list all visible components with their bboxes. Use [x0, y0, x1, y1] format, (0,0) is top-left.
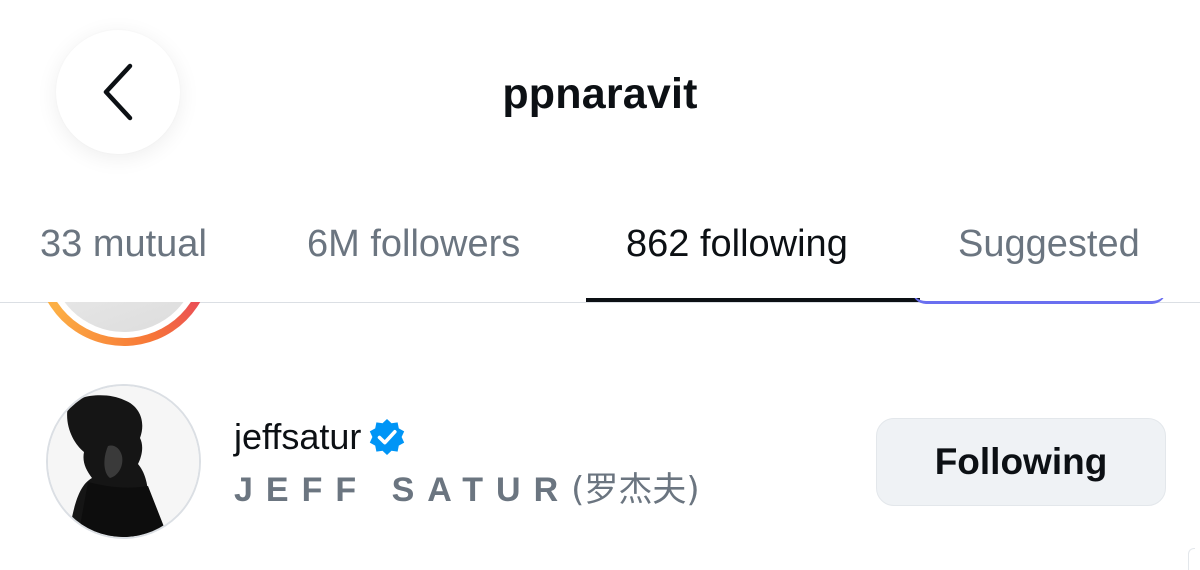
- tab-bar: 33 mutual 6M followers 862 following Sug…: [0, 214, 1200, 302]
- avatar-photo: [48, 386, 199, 537]
- display-name: JEFF SATUR(罗杰夫): [234, 468, 700, 512]
- display-name-cjk: (罗杰夫): [571, 470, 700, 510]
- tab-suggested[interactable]: Suggested: [958, 214, 1140, 274]
- following-button[interactable]: Following: [876, 418, 1166, 506]
- username[interactable]: jeffsatur: [234, 414, 361, 460]
- next-item-edge: [1188, 548, 1195, 570]
- page-title: ppnaravit: [502, 70, 698, 118]
- following-list-screen: ppnaravit 33 mutual 6M followers 862 fol…: [0, 0, 1200, 570]
- tab-following[interactable]: 862 following: [626, 214, 848, 274]
- display-name-latin: JEFF SATUR: [234, 471, 572, 509]
- tab-mutual[interactable]: 33 mutual: [40, 214, 207, 274]
- verified-badge-icon: [370, 419, 405, 455]
- username-line: jeffsatur: [234, 414, 407, 460]
- avatar[interactable]: [46, 384, 201, 539]
- tab-followers[interactable]: 6M followers: [307, 214, 520, 274]
